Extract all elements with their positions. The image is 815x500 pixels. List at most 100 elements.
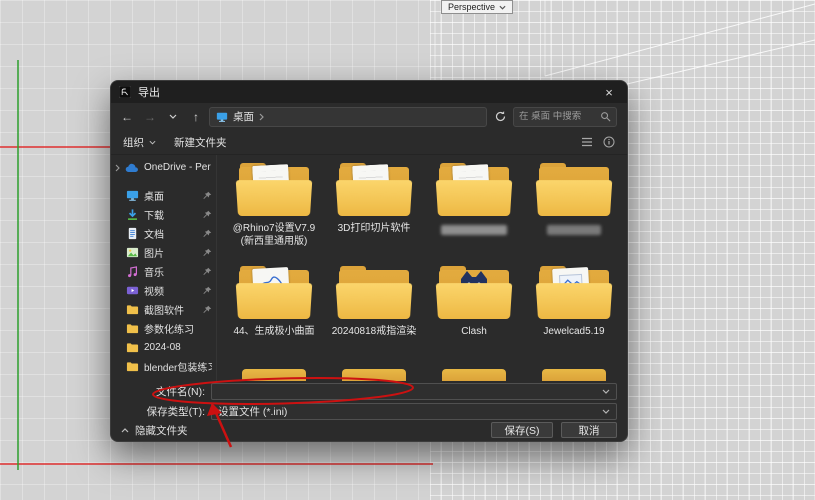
sidebar-item-music[interactable]: 音乐 (111, 262, 216, 281)
sidebar-item-onedrive[interactable]: OneDrive - Per (111, 158, 216, 177)
dialog-navbar: ← → ↑ 桌面 (111, 103, 627, 130)
dialog-content: OneDrive - Per 桌面 下载 文档 (111, 155, 627, 381)
sidebar-item-blender-practice[interactable]: blender包装练习 (111, 357, 216, 376)
music-icon (125, 265, 139, 279)
new-folder-button[interactable]: 新建文件夹 (174, 135, 227, 150)
sidebar-item-videos[interactable]: 视频 (111, 281, 216, 300)
file-name: 3D打印切片软件 (338, 222, 411, 235)
dialog-bottom-bar: 隐藏文件夹 保存(S) 取消 (111, 421, 627, 441)
sidebar-item-2024-08[interactable]: 2024-08 (111, 338, 216, 357)
sidebar: OneDrive - Per 桌面 下载 文档 (111, 155, 217, 381)
info-icon[interactable] (603, 136, 615, 148)
search-box[interactable] (513, 107, 617, 127)
chevron-right-icon (259, 113, 264, 121)
sidebar-item-desktop[interactable]: 桌面 (111, 186, 216, 205)
search-icon (600, 111, 611, 122)
file-tile-minimal-surface[interactable]: 44、生成极小曲面 (224, 266, 324, 369)
folder-icon (536, 266, 612, 320)
pin-icon (202, 191, 212, 201)
sidebar-item-downloads[interactable]: 下载 (111, 205, 216, 224)
filename-row: 文件名(N): (111, 381, 627, 401)
search-input[interactable] (519, 111, 600, 122)
pin-icon (202, 305, 212, 315)
file-tile-censored-1[interactable] (424, 163, 524, 266)
chevron-down-icon (149, 140, 156, 145)
folder-icon (125, 322, 139, 336)
file-tile-3d-print-slicer[interactable]: 3D打印切片软件 (324, 163, 424, 266)
sidebar-item-label: 参数化练习 (144, 321, 212, 336)
refresh-icon (494, 110, 507, 123)
hide-folders-label: 隐藏文件夹 (135, 423, 188, 438)
sidebar-item-screenshot-software[interactable]: 截图软件 (111, 300, 216, 319)
folder-icon (436, 266, 512, 320)
file-name: Clash (461, 325, 487, 338)
file-tile-censored-2[interactable] (524, 163, 624, 266)
forward-button[interactable]: → (140, 107, 160, 127)
sidebar-item-label: 音乐 (144, 264, 197, 279)
sidebar-item-label: 桌面 (144, 188, 197, 203)
file-tile-rhino-settings[interactable]: @Rhino7设置V7.9 (新西里通用版) (224, 163, 324, 266)
breadcrumb[interactable]: 桌面 (233, 109, 254, 124)
folder-icon (236, 266, 312, 320)
folder-peek (342, 369, 406, 381)
videos-icon (125, 284, 139, 298)
address-bar[interactable]: 桌面 (209, 107, 487, 127)
chevron-down-icon[interactable] (602, 409, 610, 414)
hide-folders-button[interactable]: 隐藏文件夹 (121, 423, 188, 438)
close-button[interactable]: × (591, 81, 627, 103)
sidebar-item-documents[interactable]: 文档 (111, 224, 216, 243)
organize-button[interactable]: 组织 (123, 135, 156, 150)
up-button[interactable]: ↑ (186, 107, 206, 127)
dialog-titlebar[interactable]: 导出 × (111, 81, 627, 103)
filetype-value: 设置文件 (*.ini) (218, 404, 596, 419)
filetype-row: 保存类型(T): 设置文件 (*.ini) (111, 401, 627, 421)
chevron-down-icon[interactable] (602, 389, 610, 394)
file-name: 20240818戒指渲染 (332, 325, 417, 338)
folder-icon (336, 163, 412, 217)
list-view-icon[interactable] (581, 136, 593, 148)
censored-file-name (441, 225, 507, 235)
chevron-down-icon (499, 5, 506, 10)
pin-icon (202, 229, 212, 239)
sidebar-item-label: 文档 (144, 226, 197, 241)
folder-icon (125, 303, 139, 317)
file-tile-ring-render[interactable]: 20240818戒指渲染 (324, 266, 424, 369)
folder-icon (125, 360, 139, 374)
folder-icon (125, 341, 139, 355)
filename-input[interactable] (218, 385, 596, 397)
viewport-tab-perspective[interactable]: Perspective (441, 0, 513, 14)
export-dialog: 导出 × ← → ↑ 桌面 组织 (110, 80, 628, 442)
rhino-viewport: Perspective 导出 × ← → ↑ 桌面 (0, 0, 815, 500)
sidebar-item-pictures[interactable]: 图片 (111, 243, 216, 262)
file-tile-jewelcad[interactable]: Jewelcad5.19 (524, 266, 624, 369)
folder-icon (536, 163, 612, 217)
sidebar-item-label: blender包装练习 (144, 359, 212, 374)
censored-file-name (547, 225, 601, 235)
desktop-icon (125, 189, 139, 203)
desktop-icon (216, 111, 228, 123)
sidebar-item-label: 下载 (144, 207, 197, 222)
folder-peek (542, 369, 606, 381)
file-tile-clash[interactable]: Clash (424, 266, 524, 369)
cancel-button[interactable]: 取消 (561, 422, 617, 438)
sidebar-item-label: 截图软件 (144, 302, 197, 317)
sidebar-item-parametric-practice[interactable]: 参数化练习 (111, 319, 216, 338)
back-button[interactable]: ← (117, 107, 137, 127)
filename-combobox[interactable] (211, 383, 617, 400)
viewport-tab-label: Perspective (448, 2, 495, 12)
file-name: 44、生成极小曲面 (233, 325, 314, 338)
pin-icon (202, 267, 212, 277)
file-name: Jewelcad5.19 (543, 325, 604, 338)
download-icon (125, 208, 139, 222)
new-folder-label: 新建文件夹 (174, 135, 227, 150)
onedrive-icon (125, 161, 139, 175)
history-dropdown-button[interactable] (163, 107, 183, 127)
save-button[interactable]: 保存(S) (491, 422, 553, 438)
sidebar-item-label: 图片 (144, 245, 197, 260)
refresh-button[interactable] (490, 107, 510, 127)
filetype-combobox[interactable]: 设置文件 (*.ini) (211, 403, 617, 420)
pin-icon (202, 286, 212, 296)
rhino-app-icon (119, 86, 131, 98)
chevron-down-icon (169, 114, 177, 119)
pin-icon (202, 248, 212, 258)
